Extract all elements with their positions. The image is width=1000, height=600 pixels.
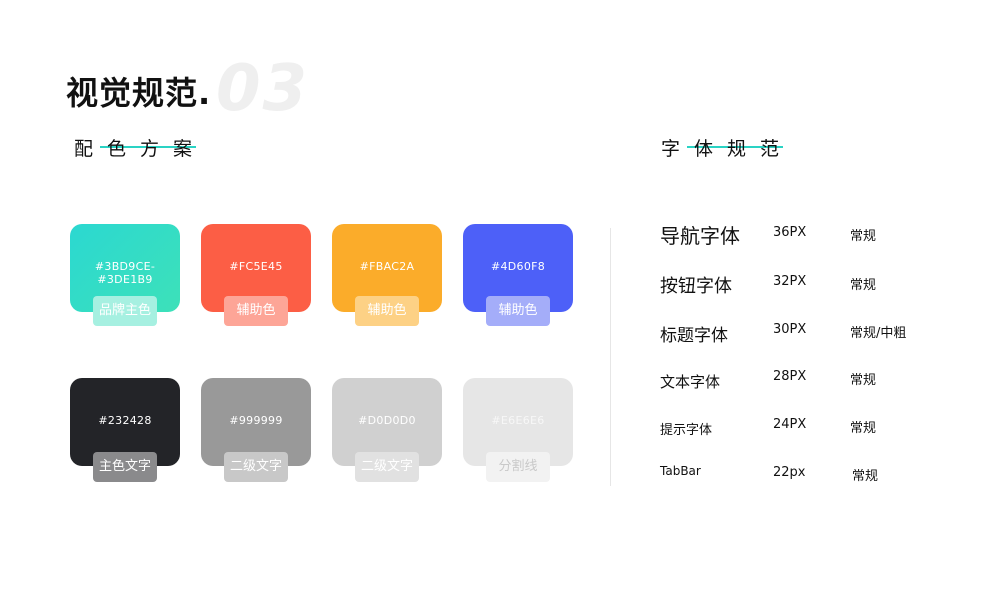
color-code: #E6E6E6	[491, 414, 545, 427]
font-weight: 常规	[852, 469, 879, 484]
color-label-tag: 品牌主色	[93, 296, 157, 326]
font-weight: 常规	[850, 278, 877, 293]
color-code: #FC5E45	[229, 260, 283, 273]
font-row-text: 文本字体 28PX 常规	[660, 369, 960, 401]
font-name: TabBar	[660, 464, 701, 478]
color-label-tag: 主色文字	[93, 452, 157, 482]
font-weight: 常规	[850, 373, 877, 388]
font-name: 标题字体	[660, 326, 728, 346]
font-weight: 常规/中粗	[850, 326, 907, 341]
font-row-hint: 提示字体 24PX 常规	[660, 417, 960, 449]
vertical-divider	[610, 228, 611, 486]
font-weight: 常规	[850, 421, 877, 436]
font-name: 文本字体	[660, 373, 721, 391]
font-size: 24PX	[773, 417, 807, 432]
font-name: 导航字体	[660, 224, 740, 248]
color-label-tag: 分割线	[486, 452, 550, 482]
color-label-tag: 二级文字	[355, 452, 419, 482]
color-code: #3BD9CE-#3DE1B9	[94, 260, 156, 286]
font-size: 28PX	[773, 369, 807, 384]
font-size: 36PX	[773, 225, 807, 240]
font-size: 32PX	[773, 274, 807, 289]
font-row-button: 按钮字体 32PX 常规	[660, 272, 960, 302]
font-section-heading-text: 字体规范	[661, 138, 794, 160]
font-section-heading: 字体规范	[661, 134, 793, 161]
font-row-tabbar: TabBar 22px 常规	[660, 464, 960, 494]
page-title-number: 03	[216, 52, 310, 126]
color-code: #FBAC2A	[359, 260, 415, 273]
color-label-tag: 辅助色	[355, 296, 419, 326]
page-title: 视觉规范.	[66, 74, 212, 112]
color-label-tag: 二级文字	[224, 452, 288, 482]
font-row-nav: 导航字体 36PX 常规	[660, 220, 960, 250]
font-weight: 常规	[850, 229, 877, 244]
color-section-heading: 配色方案	[74, 134, 206, 161]
color-code: #4D60F8	[490, 260, 546, 273]
font-row-title: 标题字体 30PX 常规/中粗	[660, 321, 960, 351]
color-code: #D0D0D0	[358, 414, 416, 427]
color-label-tag: 辅助色	[224, 296, 288, 326]
color-code: #999999	[229, 414, 283, 427]
font-size: 30PX	[773, 322, 807, 337]
color-label-tag: 辅助色	[486, 296, 550, 326]
font-name: 按钮字体	[660, 276, 732, 297]
color-section-heading-text: 配色方案	[74, 138, 207, 160]
font-name: 提示字体	[660, 423, 713, 438]
color-code: #232428	[98, 414, 152, 427]
font-size: 22px	[773, 465, 806, 480]
